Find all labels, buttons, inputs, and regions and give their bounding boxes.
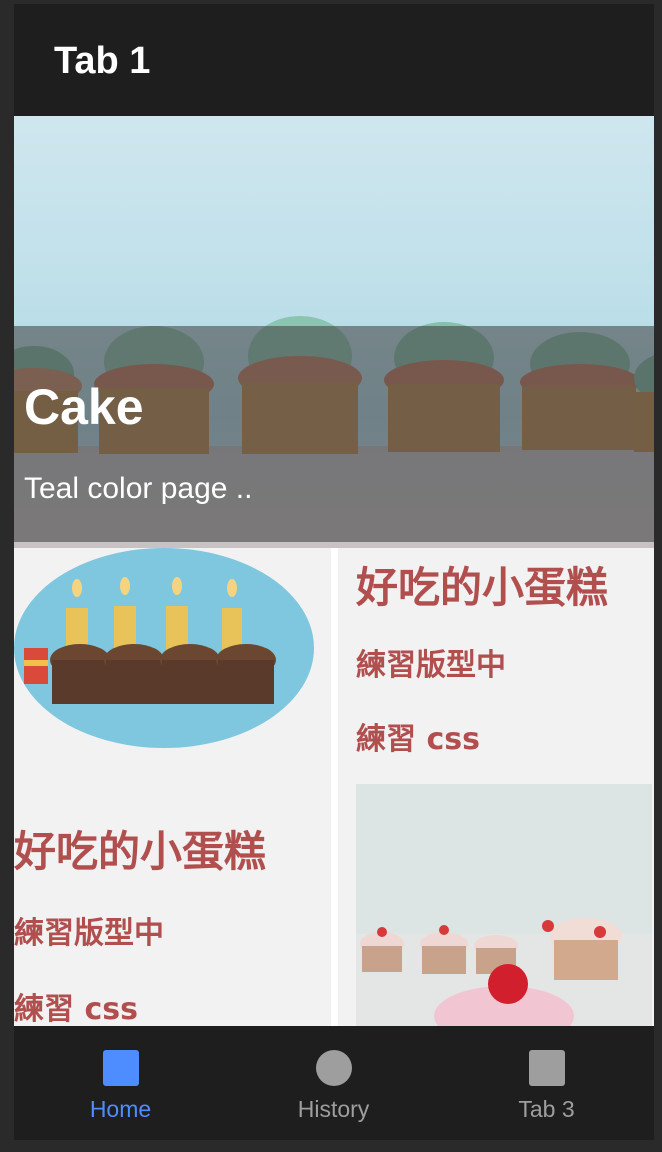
home-square-icon — [102, 1050, 139, 1086]
page-title: Tab 1 — [54, 40, 151, 82]
card-left-line2: 練習 css — [14, 992, 138, 1026]
toolbar: Tab 1 — [14, 4, 654, 116]
tab-home-label: Home — [89, 1096, 152, 1122]
hero-overlay: Cake Teal color page .. — [14, 326, 654, 542]
card-right-line1: 練習版型中 — [356, 648, 506, 683]
tab-bar: Home History Tab 3 — [14, 1026, 654, 1140]
card-left[interactable]: 好吃的小蛋糕 練習版型中 練習 css — [14, 548, 331, 1026]
birthday-cupcakes-image — [14, 548, 314, 748]
pink-cupcakes-image — [356, 784, 652, 1026]
device-frame: Tab 1 Cake Teal color page .. 好吃的小蛋糕 練習版… — [0, 0, 662, 1152]
card-right[interactable]: 好吃的小蛋糕 練習版型中 練習 css — [338, 548, 654, 1026]
app-screen: Tab 1 Cake Teal color page .. 好吃的小蛋糕 練習版… — [14, 4, 654, 1140]
card-left-title: 好吃的小蛋糕 — [14, 827, 267, 876]
hero-subtitle: Teal color page .. — [24, 472, 253, 505]
tab-3[interactable]: Tab 3 — [440, 1026, 653, 1140]
tab-3-label: Tab 3 — [518, 1096, 575, 1122]
hero-title: Cake — [24, 379, 144, 435]
card-right-title: 好吃的小蛋糕 — [356, 563, 609, 612]
tab3-square-icon — [528, 1050, 565, 1086]
tab-home[interactable]: Home — [14, 1026, 227, 1140]
card-right-line2: 練習 css — [356, 722, 480, 757]
tab-history[interactable]: History — [227, 1026, 440, 1140]
hero-card[interactable]: Cake Teal color page .. — [14, 116, 654, 548]
content-grid: 好吃的小蛋糕 練習版型中 練習 css 好吃的小蛋糕 練習版型中 練習 css — [14, 548, 654, 1026]
history-circle-icon — [315, 1050, 352, 1086]
card-left-line1: 練習版型中 — [14, 916, 164, 951]
tab-history-label: History — [297, 1096, 370, 1122]
